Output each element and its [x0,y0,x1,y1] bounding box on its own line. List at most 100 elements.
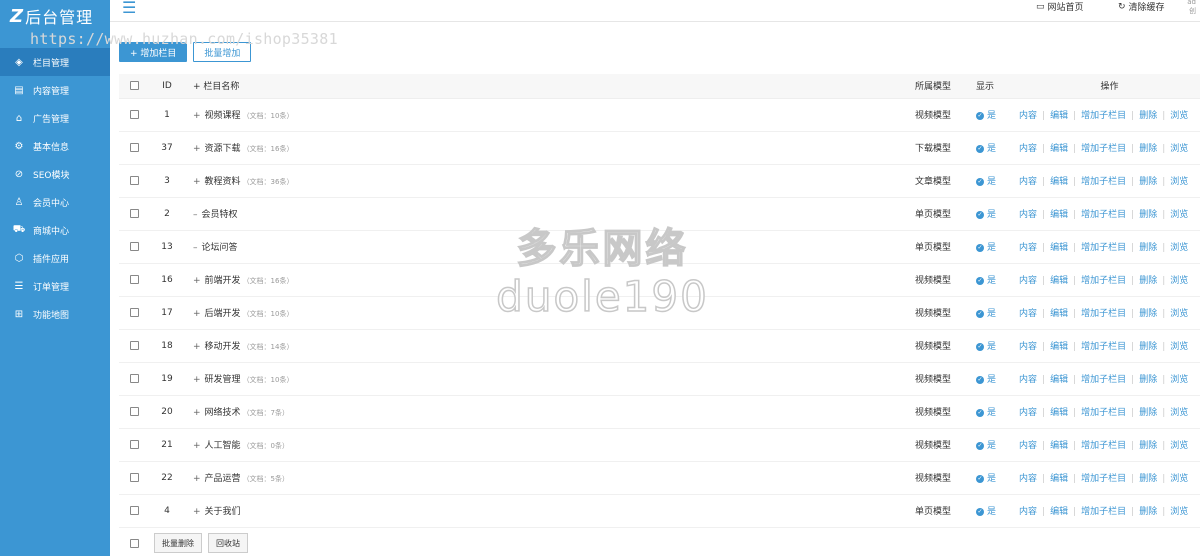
content-link[interactable]: 内容 [1019,375,1037,385]
row-checkbox[interactable] [129,109,139,119]
sidebar-item-8[interactable]: ☰ 订单管理 [0,272,110,300]
logo[interactable]: Z 后台管理 [0,0,110,32]
sidebar-item-2[interactable]: ⌂ 广告管理 [0,104,110,132]
row-checkbox[interactable] [129,340,139,350]
delete-link[interactable]: 删除 [1139,342,1157,352]
edit-link[interactable]: 编辑 [1050,507,1068,517]
sidebar-item-0[interactable]: ◈ 栏目管理 [0,48,110,76]
edit-link[interactable]: 编辑 [1050,441,1068,451]
add-child-link[interactable]: 增加子栏目 [1081,375,1126,385]
add-child-link[interactable]: 增加子栏目 [1081,243,1126,253]
add-child-link[interactable]: 增加子栏目 [1081,177,1126,187]
add-child-link[interactable]: 增加子栏目 [1081,507,1126,517]
bottom-select-all-checkbox[interactable] [130,538,139,548]
delete-link[interactable]: 删除 [1139,210,1157,220]
delete-link[interactable]: 删除 [1139,309,1157,319]
edit-link[interactable]: 编辑 [1050,408,1068,418]
row-checkbox[interactable] [129,142,139,152]
sidebar-item-6[interactable]: ⛟ 商城中心 [0,216,110,244]
edit-link[interactable]: 编辑 [1050,111,1068,121]
expand-toggle[interactable]: – [193,210,198,220]
show-status[interactable]: ✓ 是 [976,441,996,451]
content-link[interactable]: 内容 [1019,144,1037,154]
delete-link[interactable]: 删除 [1139,243,1157,253]
show-status[interactable]: ✓ 是 [976,276,996,286]
view-link[interactable]: 浏览 [1170,342,1188,352]
view-link[interactable]: 浏览 [1170,408,1188,418]
batch-add-button[interactable]: 批量增加 [193,42,252,62]
show-status[interactable]: ✓ 是 [976,243,996,253]
view-link[interactable]: 浏览 [1170,309,1188,319]
row-checkbox[interactable] [129,439,139,449]
row-checkbox[interactable] [129,472,139,482]
row-checkbox[interactable] [129,274,139,284]
delete-link[interactable]: 删除 [1139,474,1157,484]
sidebar-item-3[interactable]: ⚙ 基本信息 [0,132,110,160]
recycle-bin-button[interactable]: 回收站 [208,533,248,553]
view-link[interactable]: 浏览 [1170,111,1188,121]
show-status[interactable]: ✓ 是 [976,474,996,484]
edit-link[interactable]: 编辑 [1050,375,1068,385]
header-name[interactable]: + 栏目名称 [185,74,901,99]
add-column-button[interactable]: + 增加栏目 [119,42,188,62]
view-link[interactable]: 浏览 [1170,507,1188,517]
content-link[interactable]: 内容 [1019,441,1037,451]
view-link[interactable]: 浏览 [1170,177,1188,187]
view-link[interactable]: 浏览 [1170,474,1188,484]
show-status[interactable]: ✓ 是 [976,111,996,121]
edit-link[interactable]: 编辑 [1050,177,1068,187]
view-link[interactable]: 浏览 [1170,144,1188,154]
expand-toggle[interactable]: + [193,177,201,187]
expand-toggle[interactable]: + [193,408,201,418]
row-checkbox[interactable] [129,208,139,218]
show-status[interactable]: ✓ 是 [976,177,996,187]
user-menu[interactable]: ad 创 [1187,0,1196,16]
batch-delete-button[interactable]: 批量删除 [154,533,202,553]
expand-toggle[interactable]: + [193,111,201,121]
add-child-link[interactable]: 增加子栏目 [1081,210,1126,220]
edit-link[interactable]: 编辑 [1050,210,1068,220]
delete-link[interactable]: 删除 [1139,408,1157,418]
view-link[interactable]: 浏览 [1170,210,1188,220]
sidebar-item-9[interactable]: ⊞ 功能地图 [0,300,110,328]
add-child-link[interactable]: 增加子栏目 [1081,408,1126,418]
view-link[interactable]: 浏览 [1170,243,1188,253]
content-link[interactable]: 内容 [1019,111,1037,121]
show-status[interactable]: ✓ 是 [976,408,996,418]
show-status[interactable]: ✓ 是 [976,342,996,352]
row-checkbox[interactable] [129,241,139,251]
site-home-link[interactable]: ▭ 网站首页 [1036,0,1084,14]
delete-link[interactable]: 删除 [1139,111,1157,121]
content-link[interactable]: 内容 [1019,474,1037,484]
add-child-link[interactable]: 增加子栏目 [1081,474,1126,484]
content-link[interactable]: 内容 [1019,243,1037,253]
show-status[interactable]: ✓ 是 [976,375,996,385]
content-link[interactable]: 内容 [1019,276,1037,286]
select-all-checkbox[interactable] [129,80,139,90]
clear-cache-link[interactable]: ↻ 清除缓存 [1118,0,1165,14]
sidebar-item-1[interactable]: ▤ 内容管理 [0,76,110,104]
edit-link[interactable]: 编辑 [1050,276,1068,286]
content-link[interactable]: 内容 [1019,309,1037,319]
add-child-link[interactable]: 增加子栏目 [1081,342,1126,352]
sidebar-item-5[interactable]: ♙ 会员中心 [0,188,110,216]
view-link[interactable]: 浏览 [1170,441,1188,451]
show-status[interactable]: ✓ 是 [976,210,996,220]
show-status[interactable]: ✓ 是 [976,507,996,517]
add-child-link[interactable]: 增加子栏目 [1081,144,1126,154]
row-checkbox[interactable] [129,373,139,383]
content-link[interactable]: 内容 [1019,210,1037,220]
row-checkbox[interactable] [129,175,139,185]
edit-link[interactable]: 编辑 [1050,309,1068,319]
edit-link[interactable]: 编辑 [1050,474,1068,484]
content-link[interactable]: 内容 [1019,177,1037,187]
add-child-link[interactable]: 增加子栏目 [1081,111,1126,121]
content-link[interactable]: 内容 [1019,408,1037,418]
delete-link[interactable]: 删除 [1139,276,1157,286]
delete-link[interactable]: 删除 [1139,441,1157,451]
content-link[interactable]: 内容 [1019,507,1037,517]
show-status[interactable]: ✓ 是 [976,144,996,154]
delete-link[interactable]: 删除 [1139,375,1157,385]
expand-toggle[interactable]: + [193,276,201,286]
show-status[interactable]: ✓ 是 [976,309,996,319]
